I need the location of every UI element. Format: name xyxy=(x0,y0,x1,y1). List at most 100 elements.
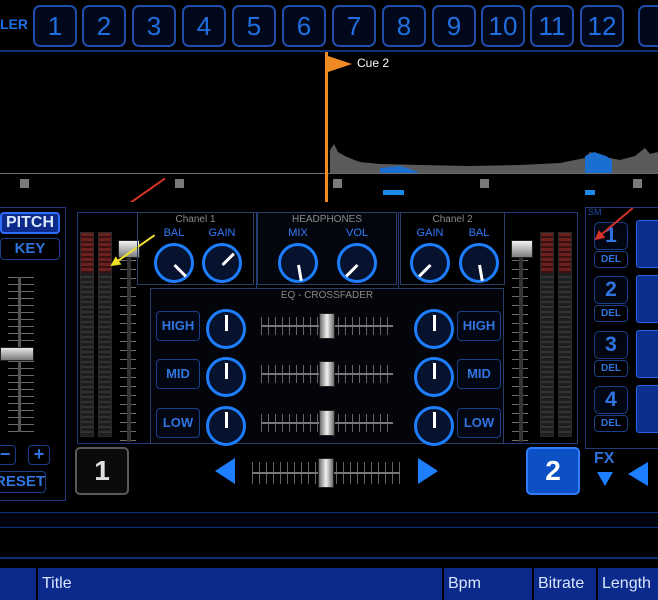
headphones-mix-label: MIX xyxy=(288,227,308,239)
eq-right-mid-button[interactable]: MID xyxy=(457,359,501,389)
channel2-bal-label: BAL xyxy=(468,227,490,239)
crossfader-left-arrow-icon[interactable] xyxy=(215,458,235,484)
sampler-slot-3-delete[interactable]: DEL xyxy=(594,360,628,377)
main-crossfader[interactable] xyxy=(252,458,400,488)
hotcue-bar: LER 1 2 3 4 5 6 7 8 9 10 11 12 xyxy=(0,0,658,52)
hotcue-button-3[interactable]: 3 xyxy=(132,5,176,47)
channel2-gain-knob[interactable] xyxy=(410,243,450,283)
hotcue-button-7[interactable]: 7 xyxy=(332,5,376,47)
pitch-plus-button[interactable]: + xyxy=(28,445,50,465)
sampler-slot-4-button[interactable]: 4 xyxy=(594,386,628,414)
eq-right-low-button[interactable]: LOW xyxy=(457,408,501,438)
deck-2-button[interactable]: 2 xyxy=(526,447,580,495)
loop-marker xyxy=(383,190,404,195)
hotcue-button-8[interactable]: 8 xyxy=(382,5,426,47)
hotcue-button-12[interactable]: 12 xyxy=(580,5,624,47)
fx-label[interactable]: FX xyxy=(594,450,614,468)
eq-left-high-button[interactable]: HIGH xyxy=(156,311,200,341)
cue-flag-label: Cue 2 xyxy=(357,56,390,70)
sampler-slot-4-delete[interactable]: DEL xyxy=(594,415,628,432)
headphones-vol-label: VOL xyxy=(345,227,368,239)
channel1-box: Chanel 1 BAL GAIN xyxy=(137,212,254,285)
playlist-header: Title Bpm Bitrate Length xyxy=(0,568,658,600)
deck-1-button[interactable]: 1 xyxy=(75,447,129,495)
hotcue-button-1[interactable]: 1 xyxy=(33,5,77,47)
eq-mid-crossfader[interactable] xyxy=(261,361,393,387)
hotcue-button-9[interactable]: 9 xyxy=(432,5,476,47)
column-header-title[interactable]: Title xyxy=(36,568,442,600)
hotcue-button-4[interactable]: 4 xyxy=(182,5,226,47)
sampler-label: SM xyxy=(588,207,602,217)
waveform-baseline xyxy=(0,173,658,174)
eq-high-crossfader[interactable] xyxy=(261,313,393,339)
channel2-volume-fader[interactable] xyxy=(511,240,533,258)
hotcue-button-2[interactable]: 2 xyxy=(82,5,126,47)
hotcue-button-overflow[interactable] xyxy=(638,5,658,47)
sampler-slot-2-button[interactable]: 2 xyxy=(594,276,628,304)
hotcue-button-6[interactable]: 6 xyxy=(282,5,326,47)
channel2-box: Chanel 2 GAIN BAL xyxy=(400,212,505,285)
channel2-vu-meter-left xyxy=(540,232,554,437)
hotcue-button-10[interactable]: 10 xyxy=(481,5,525,47)
beat-marker xyxy=(633,179,642,188)
eq-crossfader-box: EQ - CROSSFADER HIGH MID LOW HIGH MID LO… xyxy=(150,288,504,446)
channel1-fader-track xyxy=(127,242,131,442)
channel2-fader-track xyxy=(519,242,523,442)
eq-left-mid-knob[interactable] xyxy=(206,357,246,397)
pitch-reset-button[interactable]: RESET xyxy=(0,471,46,493)
crossfader-right-arrow-icon[interactable] xyxy=(418,458,438,484)
pitch-button[interactable]: PITCH xyxy=(0,212,60,234)
column-header-index[interactable] xyxy=(0,568,38,600)
column-header-bpm[interactable]: Bpm xyxy=(442,568,532,600)
channel1-vu-meter-left xyxy=(80,232,94,437)
eq-left-low-button[interactable]: LOW xyxy=(156,408,200,438)
channel2-vu-meter-right xyxy=(558,232,572,437)
mixer-panel: PITCH KEY − + RESET Chanel 1 BAL GAIN HE… xyxy=(0,202,658,501)
fx-previous-arrow-icon[interactable] xyxy=(628,462,648,486)
pitch-slider[interactable] xyxy=(0,277,50,432)
channel2-bal-knob[interactable] xyxy=(459,243,499,283)
sampler-slot-3-button[interactable]: 3 xyxy=(594,331,628,359)
channel1-gain-label: GAIN xyxy=(208,227,236,239)
column-header-bitrate[interactable]: Bitrate xyxy=(532,568,596,600)
eq-crossfader-title: EQ - CROSSFADER xyxy=(280,290,374,301)
cue-flag-icon[interactable] xyxy=(328,56,352,72)
fx-dropdown-arrow-icon[interactable] xyxy=(597,472,613,486)
eq-left-high-knob[interactable] xyxy=(206,309,246,349)
loop-marker xyxy=(585,190,595,195)
eq-right-high-button[interactable]: HIGH xyxy=(457,311,501,341)
sampler-pad-4[interactable] xyxy=(636,385,658,433)
beat-marker xyxy=(20,179,29,188)
channel1-gain-knob[interactable] xyxy=(202,243,242,283)
sampler-slot-2-delete[interactable]: DEL xyxy=(594,305,628,322)
headphones-vol-knob[interactable] xyxy=(337,243,377,283)
sampler-pad-1[interactable] xyxy=(636,220,658,268)
sampler-tab-label[interactable]: LER xyxy=(0,16,28,32)
hotcue-button-5[interactable]: 5 xyxy=(232,5,276,47)
browser-search-bar[interactable] xyxy=(0,533,658,559)
column-header-length[interactable]: Length xyxy=(596,568,658,600)
sampler-pad-3[interactable] xyxy=(636,330,658,378)
eq-left-mid-button[interactable]: MID xyxy=(156,359,200,389)
headphones-mix-knob[interactable] xyxy=(278,243,318,283)
sampler-slot-1-delete[interactable]: DEL xyxy=(594,251,628,268)
eq-right-mid-knob[interactable] xyxy=(414,357,454,397)
channel2-gain-label: GAIN xyxy=(416,227,444,239)
sampler-pad-2[interactable] xyxy=(636,275,658,323)
eq-right-low-knob[interactable] xyxy=(414,406,454,446)
hotcue-button-11[interactable]: 11 xyxy=(530,5,574,47)
channel1-bal-knob[interactable] xyxy=(154,243,194,283)
channel1-bal-label: BAL xyxy=(163,227,185,239)
pitch-minus-button[interactable]: − xyxy=(0,445,16,465)
waveform-graph xyxy=(330,144,658,173)
waveform-display[interactable]: Cue 2 xyxy=(0,52,658,211)
eq-left-low-knob[interactable] xyxy=(206,406,246,446)
channel1-title: Chanel 1 xyxy=(175,214,216,225)
eq-right-high-knob[interactable] xyxy=(414,309,454,349)
key-button[interactable]: KEY xyxy=(0,238,60,260)
headphones-title: HEADPHONES xyxy=(291,214,362,225)
beat-marker xyxy=(175,179,184,188)
beat-marker xyxy=(480,179,489,188)
eq-low-crossfader[interactable] xyxy=(261,410,393,436)
pitch-slider-handle[interactable] xyxy=(0,347,34,361)
